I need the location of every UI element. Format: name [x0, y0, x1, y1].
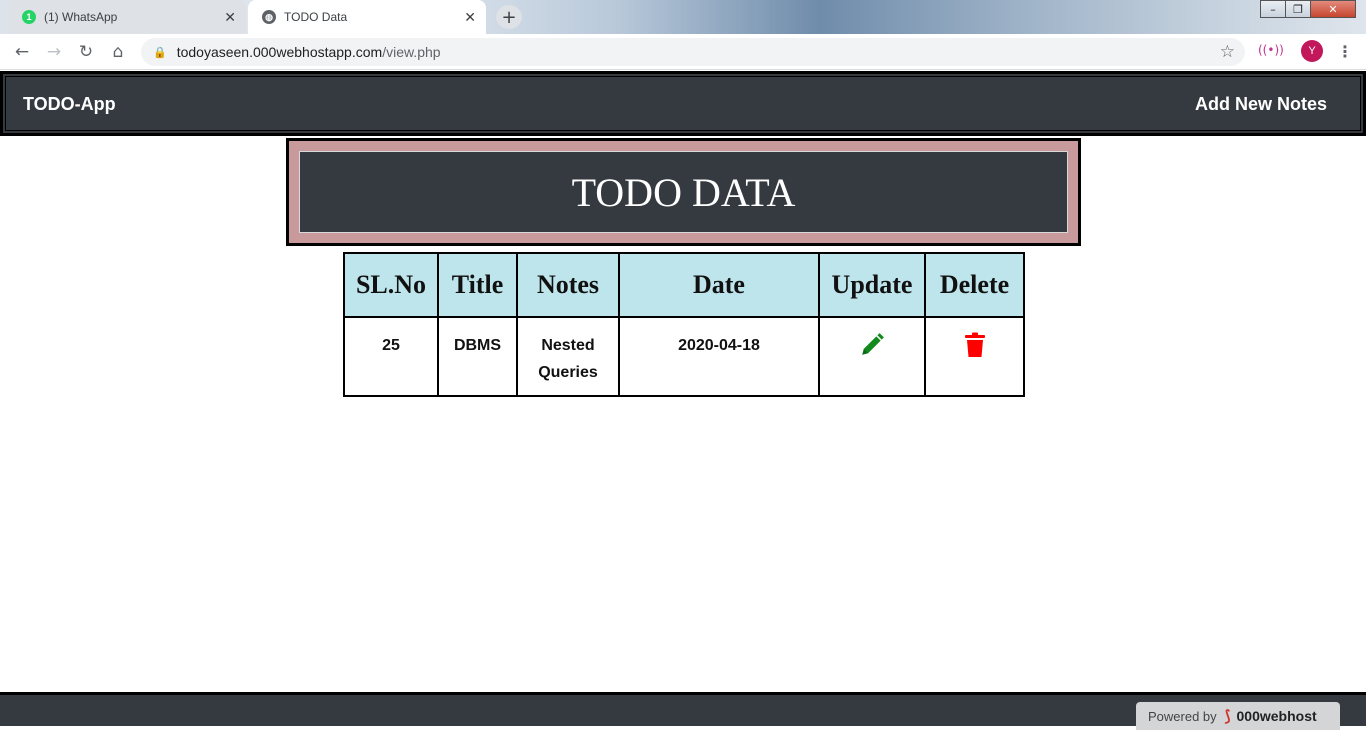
tab-whatsapp[interactable]: 1 (1) WhatsApp ✕ [8, 0, 246, 34]
add-new-notes-link[interactable]: Add New Notes [1195, 94, 1327, 115]
menu-kebab-icon[interactable]: ⋮ [1337, 42, 1353, 61]
powered-by-text: Powered by [1148, 708, 1217, 724]
brand-link[interactable]: TODO-App [23, 94, 116, 115]
column-header-title: Title [437, 252, 518, 318]
url-host: todoyaseen.000webhostapp.com [176, 44, 383, 60]
cell-slno: 25 [343, 316, 439, 397]
cell-date: 2020-04-18 [618, 316, 820, 397]
avatar[interactable]: Y [1301, 40, 1323, 62]
window-close-icon[interactable]: ✕ [1310, 0, 1356, 18]
trash-icon[interactable] [964, 332, 986, 367]
cell-delete [924, 316, 1025, 397]
cell-title: DBMS [437, 316, 518, 397]
table-header-row: SL.No Title Notes Date Update Delete [343, 252, 1025, 318]
host-name: 000webhost [1236, 708, 1317, 724]
cell-notes: Nested Queries [516, 316, 620, 397]
edit-pencil-icon[interactable] [859, 332, 885, 367]
url-path: /view.php [382, 44, 441, 60]
lock-icon: 🔒 [153, 46, 167, 59]
reload-icon[interactable]: ↻ [74, 40, 98, 64]
page-footer: Powered by ⟆ 000webhost [0, 692, 1366, 730]
window-controls: – ❐ ✕ [1260, 0, 1356, 20]
globe-icon: ◍ [262, 10, 276, 24]
host-logo-icon: ⟆ [1224, 708, 1231, 725]
browser-toolbar: ← → ↻ ⌂ 🔒 todoyaseen.000webhostapp.com/v… [0, 34, 1366, 70]
bookmark-star-icon[interactable]: ☆ [1220, 42, 1235, 62]
page-header-frame: TODO DATA [286, 138, 1081, 246]
column-header-slno: SL.No [343, 252, 439, 318]
notes-line: Nested [541, 337, 595, 354]
minimize-icon[interactable]: – [1260, 0, 1286, 18]
page-navbar: TODO-App Add New Notes [0, 71, 1366, 136]
tab-todo-data[interactable]: ◍ TODO Data ✕ [248, 0, 486, 34]
cell-update [818, 316, 926, 397]
column-header-notes: Notes [516, 252, 620, 318]
new-tab-button[interactable]: + [496, 5, 522, 29]
restore-icon[interactable]: ❐ [1285, 0, 1311, 18]
whatsapp-icon: 1 [22, 10, 36, 24]
address-bar[interactable]: 🔒 todoyaseen.000webhostapp.com/view.php … [141, 38, 1245, 66]
notes-line: Queries [538, 364, 598, 381]
close-icon[interactable]: ✕ [464, 9, 476, 26]
page-header: TODO DATA [299, 151, 1068, 233]
browser-tabstrip: 1 (1) WhatsApp ✕ ◍ TODO Data ✕ + – ❐ ✕ [0, 0, 1366, 34]
extension-icon[interactable]: ((•)) [1258, 43, 1284, 57]
page-title: TODO DATA [571, 169, 796, 215]
tab-title: TODO Data [284, 10, 348, 24]
table-row: 25 DBMS Nested Queries 2020-04-18 [343, 316, 1025, 397]
column-header-delete: Delete [924, 252, 1025, 318]
home-icon[interactable]: ⌂ [106, 40, 130, 64]
forward-icon[interactable]: → [42, 40, 66, 64]
tab-title: (1) WhatsApp [44, 10, 118, 24]
column-header-date: Date [618, 252, 820, 318]
back-icon[interactable]: ← [10, 40, 34, 64]
close-icon[interactable]: ✕ [224, 9, 236, 26]
todo-table: SL.No Title Notes Date Update Delete 25 … [343, 252, 1025, 397]
column-header-update: Update [818, 252, 926, 318]
